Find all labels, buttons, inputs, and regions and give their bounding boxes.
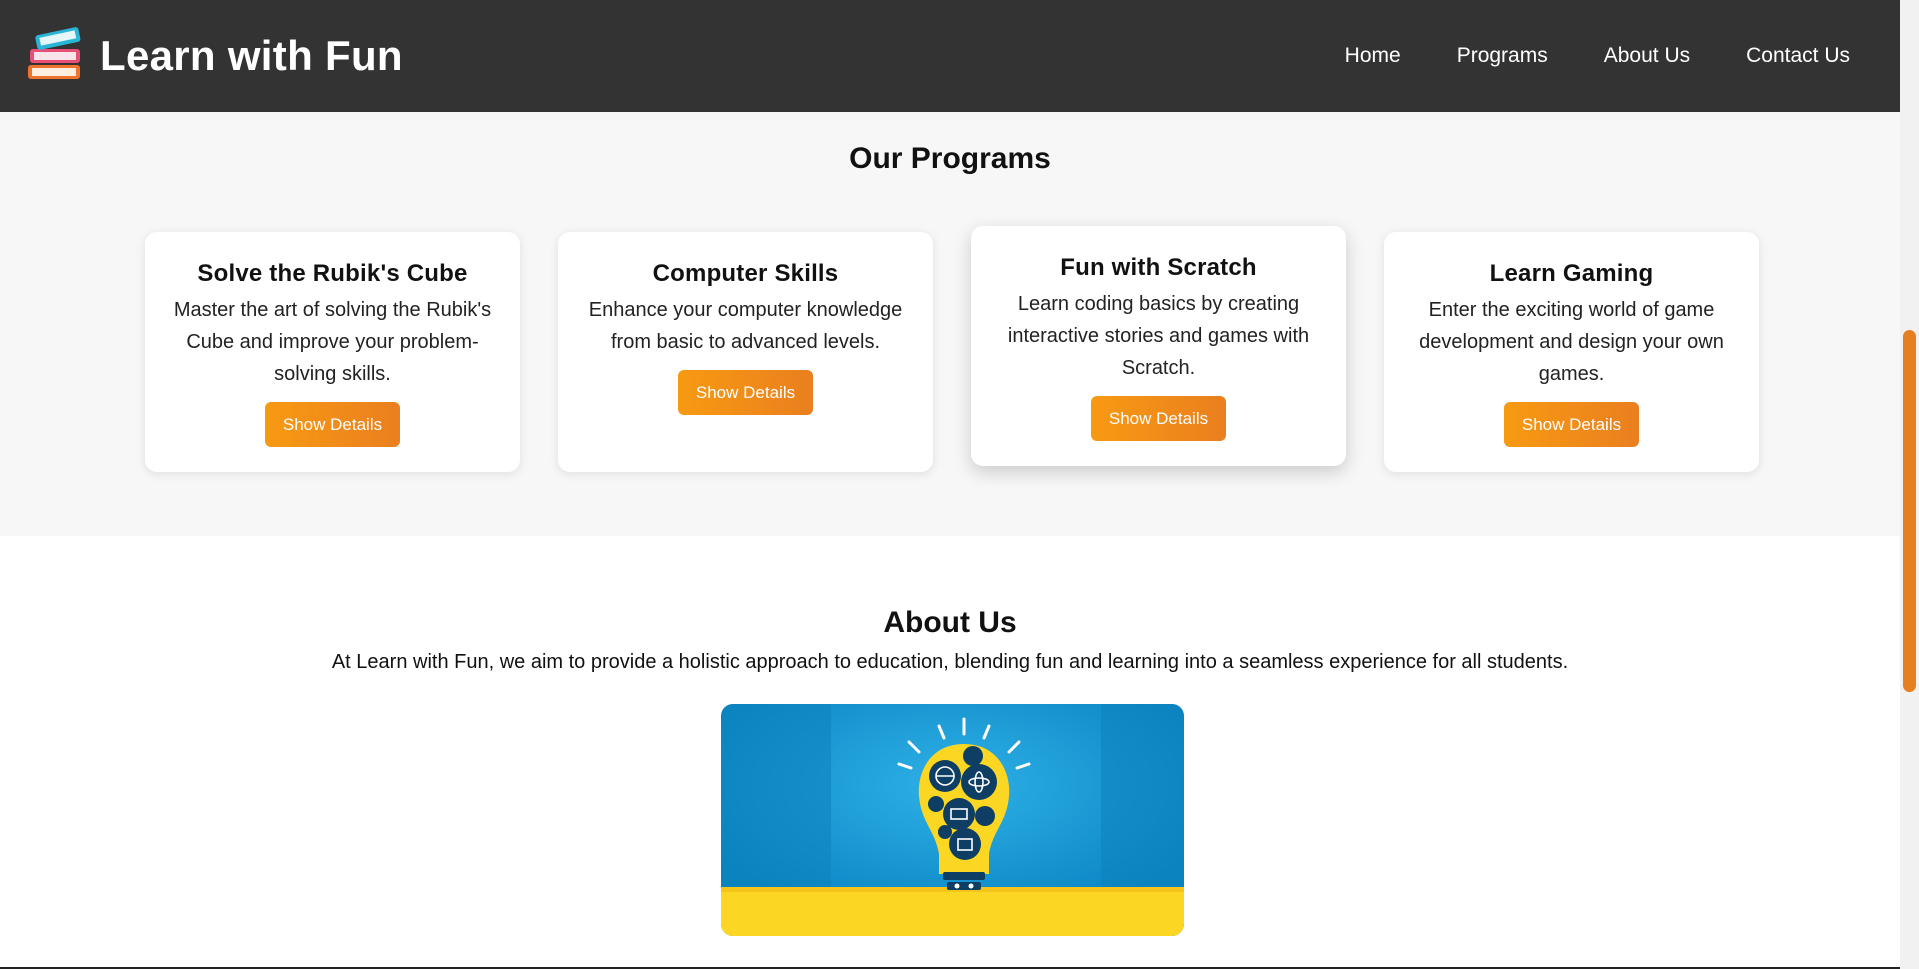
- program-card-description: Learn coding basics by creating interact…: [1007, 293, 1310, 379]
- program-card-learn-gaming: Learn Gaming Enter the exciting world of…: [1384, 232, 1759, 472]
- brand[interactable]: Learn with Fun: [26, 25, 403, 88]
- books-icon: [26, 25, 86, 88]
- nav-home[interactable]: Home: [1345, 44, 1401, 68]
- show-details-button[interactable]: Show Details: [1503, 402, 1640, 447]
- top-navbar: Learn with Fun Home Programs About Us Co…: [0, 0, 1900, 112]
- scrollbar-thumb[interactable]: [1903, 330, 1916, 692]
- about-section: About Us At Learn with Fun, we aim to pr…: [0, 536, 1900, 969]
- about-title: About Us: [883, 606, 1017, 639]
- about-description: At Learn with Fun, we aim to provide a h…: [331, 651, 1569, 673]
- program-card-description: Enhance your computer knowledge from bas…: [588, 299, 903, 353]
- program-card-title: Computer Skills: [652, 260, 839, 287]
- program-card-title: Fun with Scratch: [1060, 254, 1257, 281]
- site-title: Learn with Fun: [100, 32, 403, 79]
- program-card-description: Master the art of solving the Rubik's Cu…: [173, 299, 492, 385]
- program-card-description: Enter the exciting world of game develop…: [1419, 299, 1724, 385]
- show-details-button[interactable]: Show Details: [1090, 396, 1227, 441]
- programs-section: Our Programs Solve the Rubik's Cube Mast…: [0, 112, 1900, 536]
- program-card-fun-with-scratch: Fun with Scratch Learn coding basics by …: [971, 226, 1346, 466]
- nav-contact-us[interactable]: Contact Us: [1746, 44, 1850, 68]
- program-card-title: Learn Gaming: [1489, 260, 1654, 287]
- nav-links: Home Programs About Us Contact Us: [1345, 44, 1850, 68]
- programs-title: Our Programs: [849, 142, 1051, 175]
- vertical-scrollbar[interactable]: [1900, 0, 1919, 969]
- nav-about-us[interactable]: About Us: [1604, 44, 1690, 68]
- program-card-computer-skills: Computer Skills Enhance your computer kn…: [558, 232, 933, 472]
- lightbulb-education-illustration: [721, 704, 1184, 936]
- nav-programs[interactable]: Programs: [1457, 44, 1548, 68]
- show-details-button[interactable]: Show Details: [677, 370, 814, 415]
- program-card-title: Solve the Rubik's Cube: [197, 260, 468, 287]
- program-card-rubiks-cube: Solve the Rubik's Cube Master the art of…: [145, 232, 520, 472]
- show-details-button[interactable]: Show Details: [264, 402, 401, 447]
